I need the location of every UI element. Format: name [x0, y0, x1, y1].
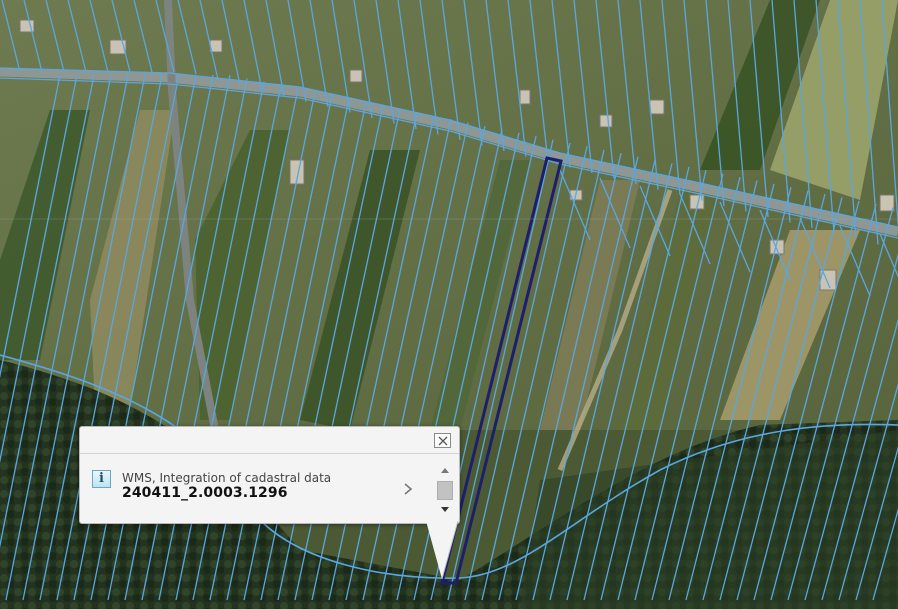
layer-source-label: WMS, Integration of cadastral data	[122, 471, 332, 485]
results-scrollbar[interactable]	[436, 464, 454, 518]
popup-pointer	[426, 521, 459, 580]
chevron-right-icon[interactable]	[402, 481, 414, 497]
close-icon	[438, 436, 448, 446]
parcel-id[interactable]: 240411_2.0003.1296	[122, 485, 288, 501]
scroll-down-icon[interactable]	[440, 506, 450, 513]
popup-header	[80, 427, 459, 454]
scroll-up-icon[interactable]	[440, 467, 450, 474]
identify-popup: i WMS, Integration of cadastral data 240…	[79, 426, 460, 524]
scroll-thumb[interactable]	[437, 481, 453, 500]
info-icon: i	[92, 470, 111, 488]
close-button[interactable]	[434, 433, 451, 448]
